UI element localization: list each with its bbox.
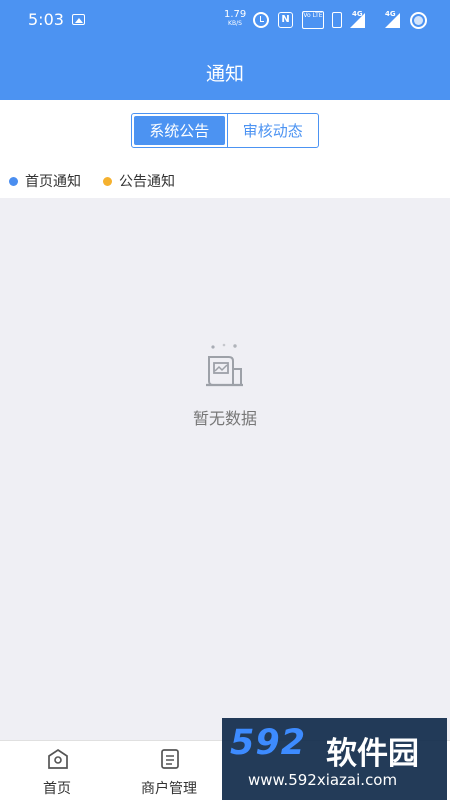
tab-merchant-management-label: 商户管理 (141, 781, 197, 797)
home-icon (48, 748, 68, 769)
volte-icon: Vo LTE (302, 11, 324, 29)
tab-home[interactable]: 首页 (12, 741, 102, 800)
alarm-icon (253, 12, 269, 28)
signal-icon-2 (385, 13, 400, 28)
empty-state-message: 暂无数据 (192, 409, 257, 428)
tab-review-updates[interactable]: 审核动态 (226, 114, 319, 147)
network-speed-value: 1.79 (224, 9, 247, 20)
header-bar: 5:03 1.79 KB/S N Vo LTE 4G 4G 通知 (0, 0, 450, 100)
watermark-logo: 592 (230, 723, 307, 763)
legend-home-notice: 首页通知 (9, 171, 81, 191)
notice-legend: 首页通知 公告通知 (9, 171, 197, 191)
legend-announcement-notice-label: 公告通知 (119, 174, 175, 190)
empty-document-icon (206, 343, 243, 387)
signal-icon (350, 13, 365, 28)
image-icon (72, 14, 85, 25)
network-speed: 1.79 KB/S (224, 10, 246, 27)
tab-system-announcement[interactable]: 系统公告 (134, 116, 225, 145)
battery-icon (410, 12, 427, 29)
vibrate-icon (332, 12, 342, 28)
notice-type-switch: 系统公告 审核动态 (131, 113, 319, 148)
network-speed-unit: KB/S (228, 20, 242, 27)
nfc-icon: N (278, 12, 293, 28)
orange-dot-icon (103, 176, 112, 186)
document-list-icon (161, 749, 179, 769)
site-watermark: 592 软件园 www.592xiazai.com (222, 718, 447, 800)
notice-list[interactable] (0, 198, 450, 740)
tab-merchant-management[interactable]: 商户管理 (124, 741, 214, 800)
page-title: 通知 (205, 63, 244, 85)
status-time: 5:03 (28, 10, 64, 29)
status-bar: 5:03 1.79 KB/S N Vo LTE 4G 4G (0, 0, 450, 40)
tab-home-label: 首页 (43, 781, 71, 797)
legend-home-notice-label: 首页通知 (25, 174, 81, 190)
blue-dot-icon (9, 176, 18, 186)
watermark-url: www.592xiazai.com (248, 771, 398, 789)
watermark-name: 软件园 (326, 736, 419, 772)
legend-announcement-notice: 公告通知 (103, 171, 175, 191)
